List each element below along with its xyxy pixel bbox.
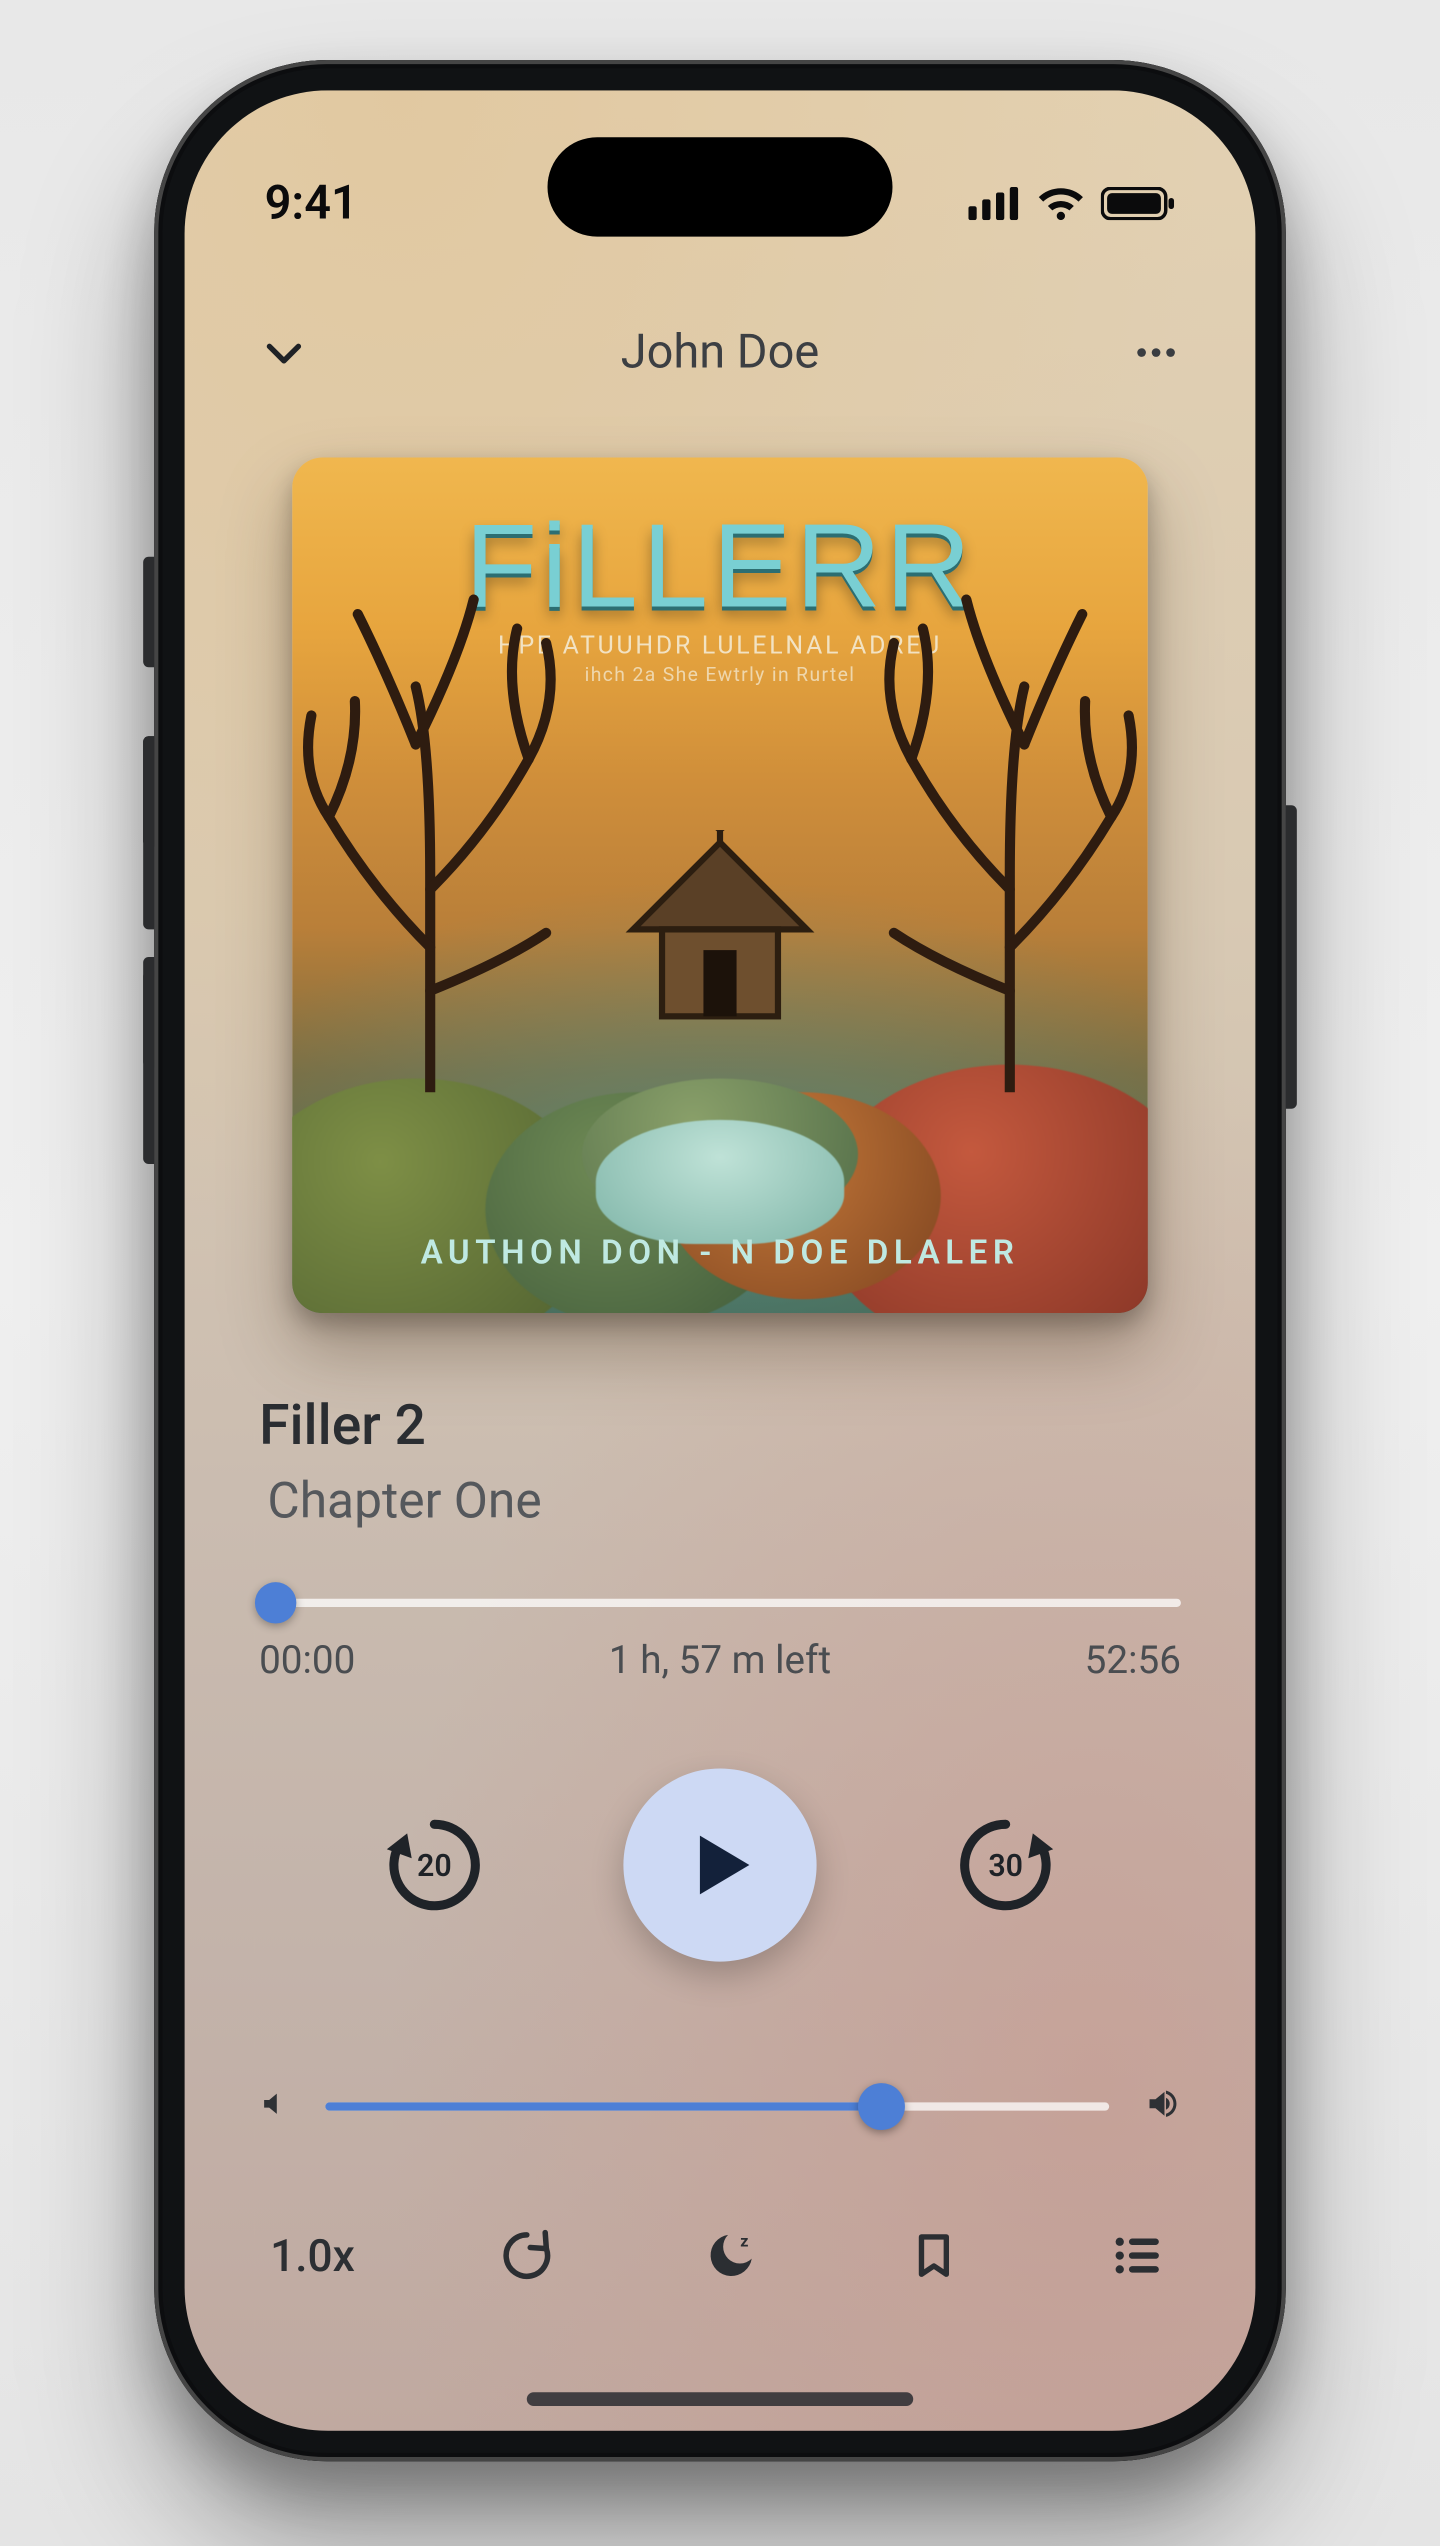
phone-volume-up: [143, 736, 154, 929]
forward-button[interactable]: 30: [946, 1806, 1065, 1925]
status-right: [968, 187, 1175, 220]
cover-author: AUTHON DON - N DOE DLALER: [292, 1233, 1148, 1272]
dynamic-island: [548, 137, 893, 236]
play-icon: [681, 1826, 758, 1903]
volume-slider[interactable]: [325, 2102, 1109, 2110]
bookmark-icon: [910, 2228, 960, 2283]
moon-icon: z: [703, 2228, 758, 2283]
volume-high-icon: [1145, 2086, 1181, 2127]
rewind-button[interactable]: 20: [375, 1806, 494, 1925]
volume-thumb[interactable]: [858, 2083, 905, 2130]
volume-fill: [325, 2102, 882, 2110]
repeat-icon: [499, 2228, 554, 2283]
book-title: Filler 2: [259, 1393, 1181, 1458]
repeat-button[interactable]: [495, 2224, 558, 2287]
cover-hut: [617, 830, 824, 1037]
chapters-button[interactable]: [1106, 2224, 1169, 2287]
home-indicator[interactable]: [527, 2392, 913, 2406]
cover-art[interactable]: FiLLERR HPE ATUUHDR LULELNAL ADREU ihch …: [292, 457, 1148, 1313]
time-remaining: 1 h, 57 m left: [609, 1637, 831, 1683]
cover-tree: [844, 513, 1148, 1093]
transport-controls: 20 30: [245, 1768, 1194, 1961]
phone-power-button: [1286, 805, 1297, 1109]
chevron-down-icon: [259, 328, 309, 378]
collapse-button[interactable]: [254, 322, 315, 383]
forward-seconds: 30: [988, 1850, 1023, 1885]
list-icon: [1109, 2228, 1167, 2283]
cellular-icon: [968, 187, 1020, 220]
rewind-seconds: 20: [417, 1850, 452, 1885]
seek-track[interactable]: [259, 1599, 1181, 1607]
more-icon: [1131, 328, 1181, 378]
seek-thumb[interactable]: [255, 1582, 296, 1623]
battery-icon: [1101, 187, 1176, 220]
wifi-icon: [1037, 187, 1084, 220]
bookmark-button[interactable]: [903, 2224, 966, 2287]
play-button[interactable]: [623, 1768, 816, 1961]
more-button[interactable]: [1126, 322, 1187, 383]
sleep-timer-button[interactable]: z: [699, 2224, 762, 2287]
chapter-title[interactable]: Chapter One: [259, 1472, 1181, 1530]
seek-bar[interactable]: 00:00 1 h, 57 m left 52:56: [245, 1599, 1194, 1683]
phone-frame: 9:41 John Doe: [154, 60, 1286, 2461]
top-bar: John Doe: [245, 297, 1194, 407]
status-time: 9:41: [265, 176, 358, 231]
cover-stream: [596, 1120, 844, 1244]
cover-tree: [292, 513, 596, 1093]
time-elapsed: 00:00: [259, 1637, 355, 1683]
header-author[interactable]: John Doe: [621, 325, 819, 380]
volume-low-icon: [259, 2089, 289, 2125]
bottom-row: 1.0x z: [245, 2224, 1194, 2287]
screen: 9:41 John Doe: [185, 90, 1256, 2430]
track-heading: Filler 2 Chapter One: [245, 1393, 1194, 1530]
volume-row: [245, 2086, 1194, 2127]
speed-button[interactable]: 1.0x: [270, 2229, 355, 2281]
seek-labels: 00:00 1 h, 57 m left 52:56: [259, 1637, 1181, 1683]
svg-text:z: z: [740, 2231, 748, 2250]
time-duration: 52:56: [1085, 1637, 1181, 1683]
phone-volume-down: [143, 971, 154, 1164]
